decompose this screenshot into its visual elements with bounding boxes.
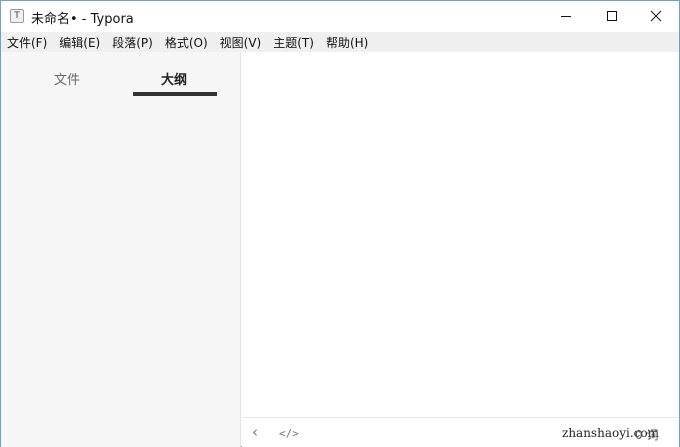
- minimize-icon: [561, 15, 571, 17]
- close-icon: [650, 10, 662, 22]
- menu-theme[interactable]: 主题(T): [273, 34, 314, 51]
- menu-file[interactable]: 文件(F): [7, 34, 47, 51]
- menu-paragraph[interactable]: 段落(P): [112, 34, 153, 51]
- back-icon[interactable]: ‹: [252, 423, 258, 441]
- minimize-button[interactable]: [543, 1, 589, 31]
- typora-window: T 未命名• - Typora 文件(F) 编辑(E) 段落(P) 格式(O) …: [0, 0, 680, 447]
- menu-format[interactable]: 格式(O): [165, 34, 208, 51]
- status-bar: ‹ </> zhanshaoyi.com 0 词: [242, 417, 679, 447]
- source-code-mode-icon[interactable]: </>: [279, 427, 299, 440]
- editor-area[interactable]: [242, 52, 679, 417]
- active-tab-indicator: [133, 92, 217, 96]
- word-count[interactable]: 0 词: [635, 426, 658, 443]
- typora-app-icon: T: [10, 9, 24, 23]
- menu-edit[interactable]: 编辑(E): [59, 34, 100, 51]
- tab-outline[interactable]: 大纲: [161, 69, 187, 88]
- menu-bar: 文件(F) 编辑(E) 段落(P) 格式(O) 视图(V) 主题(T) 帮助(H…: [1, 32, 679, 52]
- window-title: 未命名• - Typora: [31, 12, 134, 27]
- tab-files[interactable]: 文件: [54, 69, 80, 88]
- title-bar[interactable]: T 未命名• - Typora: [1, 1, 679, 31]
- maximize-button[interactable]: [589, 1, 635, 31]
- close-button[interactable]: [633, 1, 679, 31]
- sidebar: 文件 大纲: [1, 52, 241, 447]
- maximize-icon: [607, 11, 617, 21]
- menu-help[interactable]: 帮助(H): [326, 34, 368, 51]
- menu-view[interactable]: 视图(V): [220, 34, 262, 51]
